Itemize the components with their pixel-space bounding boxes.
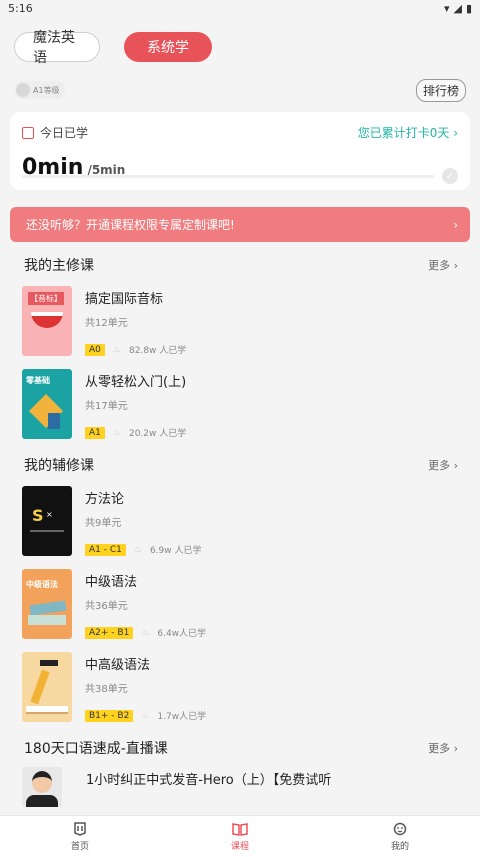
course-item[interactable]: 中高级语法 共38单元 B1+ - B2 ♨ 1.7w人已学 [0, 652, 480, 735]
course-units: 共12单元 [85, 318, 128, 329]
course-units: 共17单元 [85, 401, 128, 412]
flame-icon: ♨ [141, 710, 150, 721]
live-course-item[interactable]: 1小时纠正中式发音-Hero（上）【免费试听 [0, 767, 480, 807]
course-cover: S × [22, 486, 72, 556]
level-tag: A1 - C1 [85, 543, 126, 556]
battery-icon: ▮ [465, 1, 472, 15]
banner-text: 还没听够？开通课程权限专属定制课吧! [26, 218, 235, 232]
nav-courses[interactable]: 课程 [160, 816, 320, 857]
course-item[interactable]: 零基础 从零轻松入门(上) 共17单元 A1 ♨ 20.2w 人已学 [0, 369, 480, 452]
course-units: 共36单元 [85, 601, 128, 612]
tab-magic-english[interactable]: 魔法英语 [14, 30, 100, 66]
chevron-right-icon: › [453, 126, 458, 140]
live-course-title: 1小时纠正中式发音-Hero（上）【免费试听 [86, 773, 332, 788]
mouth-icon [31, 312, 63, 328]
learner-count: 82.8w 人已学 [128, 346, 187, 356]
course-title: 方法论 [85, 492, 125, 507]
book-icon [26, 706, 68, 714]
rank-button[interactable]: 排行榜 [415, 78, 466, 102]
check-circle-icon: ✓ [442, 168, 458, 184]
course-cover: 【音标】 [22, 286, 72, 356]
nav-label: 我的 [390, 842, 409, 852]
nav-profile[interactable]: 我的 [320, 816, 480, 857]
major-section-header: 我的主修课 更多 › [0, 252, 480, 278]
level-icon [16, 83, 30, 97]
course-cover [22, 652, 72, 722]
user-face-icon [392, 821, 408, 837]
streak-link[interactable]: 您已累计打卡0天 › [358, 124, 458, 141]
more-link[interactable]: 更多 › [428, 457, 458, 473]
signal-icon: ◢ [453, 1, 462, 15]
level-tag: A1 [85, 426, 105, 439]
learner-count: 6.4w人已学 [157, 629, 207, 639]
status-icons: ▾ ◢ ▮ [444, 2, 472, 15]
home-icon [72, 821, 88, 837]
section-title: 我的辅修课 [24, 458, 94, 474]
flame-icon: ♨ [112, 344, 121, 355]
flame-icon: ♨ [133, 544, 142, 555]
teacher-avatar [22, 767, 62, 807]
course-units: 共9单元 [85, 518, 122, 529]
status-bar: 5:16 ▾ ◢ ▮ [0, 0, 480, 16]
learner-count: 6.9w 人已学 [149, 546, 202, 556]
course-item[interactable]: 中级语法 中级语法 共36单元 A2+ - B1 ♨ 6.4w人已学 [0, 569, 480, 652]
nav-label: 课程 [230, 842, 249, 852]
course-title: 中高级语法 [85, 658, 151, 673]
chevron-right-icon: › [453, 217, 458, 232]
flame-icon: ♨ [112, 427, 121, 438]
study-card[interactable]: 今日已学 您已累计打卡0天 › 0min /5min ✓ [10, 112, 470, 190]
live-section-header: 180天口语速成-直播课 更多 › [0, 735, 480, 761]
more-link[interactable]: 更多 › [428, 257, 458, 273]
study-label: 今日已学 [40, 126, 89, 140]
level-tag: A0 [85, 343, 105, 356]
streak-text: 您已累计打卡0天 [357, 126, 450, 140]
minor-section-header: 我的辅修课 更多 › [0, 452, 480, 478]
more-link[interactable]: 更多 › [428, 740, 458, 756]
course-item[interactable]: S × 方法论 共9单元 A1 - C1 ♨ 6.9w 人已学 [0, 486, 480, 569]
nav-label: 首页 [70, 842, 89, 852]
level-text: A1等级 [33, 85, 60, 95]
learner-count: 20.2w 人已学 [128, 429, 187, 439]
wifi-icon: ▾ [443, 1, 450, 15]
promo-banner[interactable]: 还没听够？开通课程权限专属定制课吧! › [10, 207, 470, 242]
level-badge[interactable]: A1等级 [14, 81, 66, 99]
level-row: A1等级 排行榜 [0, 62, 480, 102]
bottom-nav: 首页 课程 我的 [0, 815, 480, 857]
flame-icon: ♨ [141, 627, 150, 638]
course-title: 从零轻松入门(上) [85, 375, 187, 390]
course-title: 搞定国际音标 [85, 292, 164, 307]
calendar-icon [22, 126, 34, 139]
status-time: 5:16 [8, 1, 33, 15]
level-tag: A2+ - B1 [85, 626, 134, 639]
study-progress [22, 175, 434, 178]
level-tag: B1+ - B2 [85, 709, 134, 722]
pencil-icon [30, 669, 50, 705]
course-item[interactable]: 【音标】 搞定国际音标 共12单元 A0 ♨ 82.8w 人已学 [0, 286, 480, 369]
top-tabs: 魔法英语 系统学 [0, 16, 480, 66]
learner-count: 1.7w人已学 [157, 712, 207, 722]
course-units: 共38单元 [85, 684, 128, 695]
course-cover: 中级语法 [22, 569, 72, 639]
nav-home[interactable]: 首页 [0, 816, 160, 857]
section-title: 180天口语速成-直播课 [24, 741, 168, 757]
graduation-cap-icon [40, 660, 58, 666]
book-open-icon [232, 821, 248, 837]
section-title: 我的主修课 [24, 258, 94, 274]
course-title: 中级语法 [85, 575, 138, 590]
course-cover: 零基础 [22, 369, 72, 439]
tab-systematic[interactable]: 系统学 [124, 32, 212, 62]
